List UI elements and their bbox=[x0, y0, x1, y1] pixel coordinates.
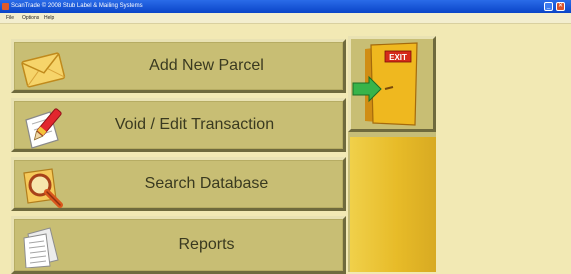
search-database-label: Search Database bbox=[144, 175, 269, 192]
add-new-parcel-label: Add New Parcel bbox=[149, 57, 264, 74]
void-edit-transaction-label: Void / Edit Transaction bbox=[114, 116, 275, 133]
menu-options[interactable]: Options bbox=[22, 13, 39, 23]
search-database-button[interactable]: Search Database bbox=[11, 157, 346, 211]
minimize-button[interactable]: _ bbox=[544, 2, 553, 11]
title-bar: ScanTrade © 2008 Stub Label & Mailing Sy… bbox=[0, 0, 571, 13]
reports-label: Reports bbox=[178, 236, 235, 253]
add-new-parcel-button[interactable]: Add New Parcel bbox=[11, 39, 346, 93]
close-button[interactable]: ✕ bbox=[556, 2, 565, 11]
void-edit-transaction-button[interactable]: Void / Edit Transaction bbox=[11, 98, 346, 152]
envelope-icon bbox=[21, 52, 66, 88]
exit-sign-label: EXIT bbox=[389, 53, 407, 62]
exit-door-icon: EXIT bbox=[352, 42, 418, 126]
app-icon bbox=[2, 3, 9, 10]
magnifier-icon bbox=[23, 168, 63, 208]
exit-button[interactable]: EXIT bbox=[348, 36, 436, 132]
menu-help[interactable]: Help bbox=[44, 13, 54, 23]
yellow-info-panel bbox=[350, 137, 436, 272]
window-title: ScanTrade © 2008 Stub Label & Mailing Sy… bbox=[11, 3, 143, 9]
documents-icon bbox=[23, 227, 59, 268]
menu-file[interactable]: File bbox=[6, 13, 14, 23]
menu-bar: File Options Help bbox=[0, 13, 571, 24]
reports-button[interactable]: Reports bbox=[11, 216, 346, 274]
